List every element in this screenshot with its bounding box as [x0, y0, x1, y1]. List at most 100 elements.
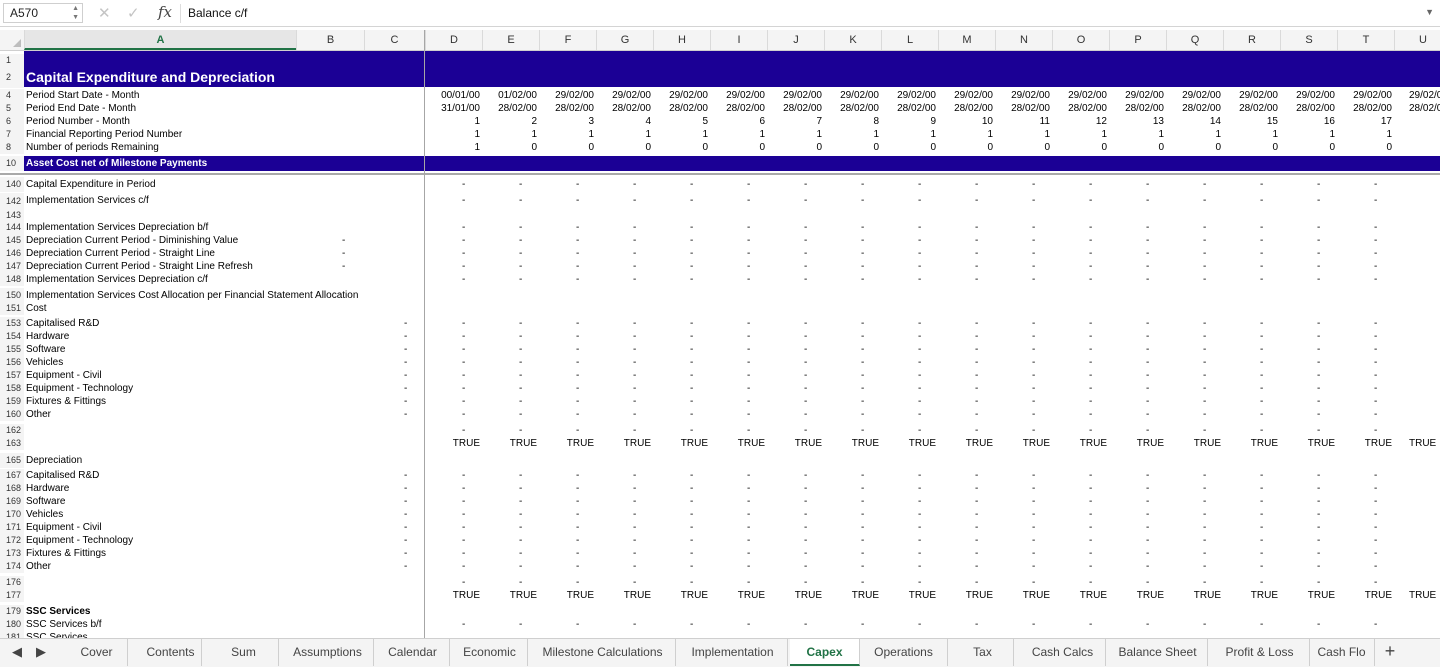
data-cell[interactable]: - [975, 343, 978, 356]
data-cell[interactable]: - [462, 177, 465, 192]
data-cell[interactable]: - [1317, 521, 1320, 534]
data-cell[interactable]: TRUE [824, 589, 879, 602]
data-cell[interactable]: - [861, 221, 864, 234]
data-cell[interactable]: - [861, 534, 864, 547]
data-cell[interactable]: - [975, 369, 978, 382]
data-cell[interactable]: - [519, 560, 522, 573]
data-cell[interactable]: - [1374, 273, 1377, 286]
data-cell[interactable]: - [1146, 395, 1149, 408]
row-header[interactable]: 147 [0, 260, 24, 273]
data-cell[interactable]: - [975, 356, 978, 369]
data-cell[interactable]: - [519, 495, 522, 508]
data-cell[interactable]: TRUE [1166, 589, 1221, 602]
data-cell[interactable]: - [861, 273, 864, 286]
data-cell[interactable]: - [690, 534, 693, 547]
data-cell[interactable]: - [1260, 495, 1263, 508]
data-cell[interactable]: - [1032, 247, 1035, 260]
data-cell[interactable]: - [1032, 576, 1035, 589]
data-cell[interactable]: 28/02/00 [1052, 102, 1107, 115]
column-header-a[interactable]: A [24, 30, 296, 50]
column-header-s[interactable]: S [1280, 30, 1337, 50]
data-cell[interactable]: - [1260, 356, 1263, 369]
data-cell[interactable]: - [1089, 382, 1092, 395]
row-label[interactable]: Depreciation [26, 453, 82, 468]
data-cell[interactable]: - [1317, 343, 1320, 356]
data-cell[interactable]: - [1203, 424, 1206, 437]
row-header[interactable]: 174 [0, 560, 24, 573]
data-cell[interactable]: 0 [653, 141, 708, 154]
data-cell[interactable]: - [747, 193, 750, 209]
row-label[interactable]: Period Start Date - Month [26, 89, 139, 102]
data-cell[interactable]: - [1032, 547, 1035, 560]
row-header[interactable]: 181 [0, 631, 24, 638]
data-cell[interactable]: 0 [1337, 141, 1392, 154]
data-cell[interactable]: - [861, 618, 864, 631]
data-cell[interactable]: - [1089, 560, 1092, 573]
add-sheet-button[interactable]: + [1375, 641, 1405, 662]
data-cell[interactable]: - [975, 395, 978, 408]
sheet-tab-sum[interactable]: Sum [209, 639, 279, 666]
data-cell[interactable]: 1 [1280, 128, 1335, 141]
data-cell[interactable]: - [804, 408, 807, 421]
data-cell[interactable]: 28/02/0 [1409, 102, 1440, 115]
row-label[interactable]: Equipment - Civil [26, 369, 102, 382]
data-cell[interactable]: - [1203, 234, 1206, 247]
data-cell[interactable]: - [1260, 330, 1263, 343]
row-header[interactable]: 165 [0, 453, 24, 468]
column-header-d[interactable]: D [425, 30, 482, 50]
data-cell[interactable]: - [1146, 369, 1149, 382]
data-cell[interactable]: - [804, 508, 807, 521]
row-header[interactable]: 160 [0, 408, 24, 421]
data-cell[interactable]: 13 [1109, 115, 1164, 128]
column-header-l[interactable]: L [881, 30, 938, 50]
data-cell[interactable]: - [576, 177, 579, 192]
data-cell[interactable]: - [861, 424, 864, 437]
data-cell[interactable]: - [1317, 247, 1320, 260]
row-header[interactable]: 142 [0, 193, 24, 209]
data-cell[interactable]: 28/02/00 [881, 102, 936, 115]
data-cell[interactable]: - [633, 273, 636, 286]
data-cell[interactable]: - [1317, 547, 1320, 560]
data-cell[interactable]: - [861, 560, 864, 573]
data-cell[interactable]: - [861, 547, 864, 560]
data-cell[interactable]: - [975, 521, 978, 534]
data-cell[interactable]: - [1089, 234, 1092, 247]
cell-c-value[interactable]: - [404, 534, 407, 547]
data-cell[interactable]: - [633, 247, 636, 260]
data-cell[interactable]: - [462, 317, 465, 330]
data-cell[interactable]: TRUE [539, 437, 594, 450]
sheet-tab-tax[interactable]: Tax [952, 639, 1014, 666]
row-header[interactable]: 172 [0, 534, 24, 547]
data-cell[interactable]: - [462, 356, 465, 369]
row-label[interactable]: Implementation Services c/f [26, 193, 149, 209]
data-cell[interactable]: - [1146, 469, 1149, 482]
row-header[interactable]: 5 [0, 102, 24, 115]
data-cell[interactable]: TRUE [710, 437, 765, 450]
data-cell[interactable]: - [1146, 221, 1149, 234]
data-cell[interactable]: 11 [995, 115, 1050, 128]
row-header[interactable]: 169 [0, 495, 24, 508]
data-cell[interactable]: - [519, 482, 522, 495]
data-cell[interactable]: 1 [653, 128, 708, 141]
data-cell[interactable]: - [861, 408, 864, 421]
data-cell[interactable]: - [633, 234, 636, 247]
data-cell[interactable]: - [1089, 369, 1092, 382]
data-cell[interactable]: TRUE [425, 589, 480, 602]
row-header[interactable]: 7 [0, 128, 24, 141]
row-label[interactable]: Period Number - Month [26, 115, 130, 128]
data-cell[interactable]: - [1032, 560, 1035, 573]
data-cell[interactable]: TRUE [482, 589, 537, 602]
data-cell[interactable]: - [1374, 547, 1377, 560]
data-cell[interactable]: - [747, 482, 750, 495]
formula-input[interactable]: Balance c/f [188, 6, 247, 20]
cell-b-value[interactable]: - [342, 234, 345, 247]
data-cell[interactable]: - [1089, 495, 1092, 508]
data-cell[interactable]: - [975, 221, 978, 234]
formula-expand-icon[interactable]: ▼ [1425, 7, 1434, 17]
data-cell[interactable]: - [576, 495, 579, 508]
data-cell[interactable]: - [1260, 193, 1263, 209]
cell-c-value[interactable]: - [404, 469, 407, 482]
data-cell[interactable]: - [804, 618, 807, 631]
data-cell[interactable]: - [462, 560, 465, 573]
row-label[interactable]: Hardware [26, 330, 69, 343]
